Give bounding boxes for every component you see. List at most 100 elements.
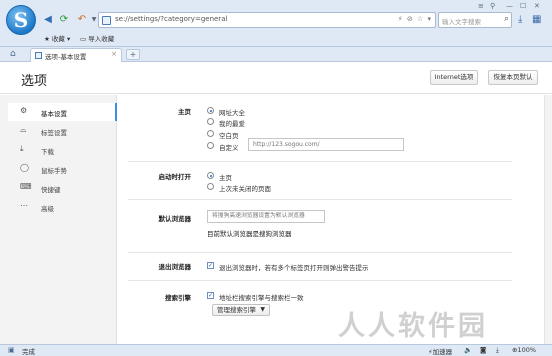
status-bar: ▣ 完成 ⚡加速器 🔈 ◙ ⤓ ⊕100% [0,344,552,356]
page-title: 选项 [21,74,48,89]
divider [128,199,512,200]
bookmark-favorites-label: 收藏 [51,35,65,43]
zoom-control[interactable]: ⊕100% [512,346,536,354]
accelerator-label: 加速器 [432,348,453,356]
sidebar-item-mouse-gestures[interactable]: ◯ 鼠标手势 [8,160,117,178]
download-icon: ⤓ [20,144,24,153]
radio[interactable] [207,130,214,137]
restore-defaults-button[interactable]: 恢复本页默认 [488,70,538,85]
sidebar-item-advanced[interactable]: ⋯ 高级 [8,198,117,216]
manage-search-engines-label: 管理搜索引擎 [217,306,256,314]
mouse-icon: ◯ [20,163,29,172]
search-placeholder[interactable]: 输入文字搜索 [442,16,481,26]
startup-label: 启动时打开 [158,173,192,181]
sidebar-item-shortcuts[interactable]: ⌨ 快捷键 [8,179,117,197]
close-window-icon[interactable]: ✕ [534,2,540,10]
watermark: 人人软件园 [338,311,488,342]
accelerator-button[interactable]: ⚡加速器 [428,346,452,356]
startup-option-label: 上次未关闭的页面 [219,185,271,193]
tab-strip: ⌂ 选项-基本设置 × + [0,47,552,62]
download-icon[interactable]: ⤓ [496,346,499,355]
sidebar-item-label: 快捷键 [41,186,61,194]
zoom-level: 100% [517,346,537,354]
manage-search-engines-button[interactable]: 管理搜索引擎 ▼ [212,304,270,316]
minimize-icon[interactable]: — [506,2,513,10]
divider [128,252,512,253]
sidebar-item-download[interactable]: ⤓ 下载 [8,141,117,159]
home-icon[interactable]: ⌂ [10,49,16,59]
close-icon[interactable]: × [111,50,117,58]
search-box[interactable]: 输入文字搜索 ⌕ [438,12,512,28]
sidebar-item-label: 标签设置 [41,129,67,137]
homepage-option-label: 自定义 [219,144,239,152]
ellipsis-icon: ⋯ [20,201,28,210]
sogou-logo: S [6,5,36,35]
new-tab-button[interactable]: + [126,49,140,60]
gear-icon: ⚙ [20,106,28,115]
radio-selected[interactable] [207,107,214,114]
default-browser-label: 默认浏览器 [158,215,192,223]
bookmark-favorites[interactable]: ★ 收藏 ▾ [44,33,70,43]
radio[interactable] [207,183,214,190]
address-tools[interactable]: ⚡ ⊘ ☆ ▾ [398,15,432,23]
maximize-icon[interactable]: ☐ [520,2,526,10]
search-icon[interactable]: ⌕ [504,14,509,24]
page-icon [102,16,111,25]
homepage-label: 主页 [178,108,191,116]
divider [128,280,512,281]
back-arrow-icon[interactable]: ◀ [42,14,54,26]
grid-menu-icon[interactable]: ▦ [532,14,541,25]
radio[interactable] [207,142,214,149]
sidebar-item-basic[interactable]: ⚙ 基本设置 [8,103,117,121]
radio[interactable] [207,118,214,125]
set-default-browser-button[interactable]: 将搜狗高速浏览器设置为默认浏览器 [207,210,325,223]
homepage-option-label: 网址大全 [219,109,245,117]
homepage-option-label: 空白页 [219,132,239,140]
download-icon[interactable]: ⤓ [518,14,522,25]
sidebar-item-label: 基本设置 [41,110,67,118]
page-status-icon: ▣ [8,346,15,354]
sidebar-item-tabs[interactable]: ⌓ 标签设置 [8,122,117,140]
radio-selected[interactable] [207,172,214,179]
camera-icon[interactable]: ◙ [480,346,486,354]
sound-icon[interactable]: 🔈 [464,346,472,354]
pin-icon[interactable]: ⚲ [490,2,495,10]
options-header: 选项 Internet选项 恢复本页默认 [0,62,552,94]
url-text[interactable]: se://settings/?category=general [115,15,227,23]
checkbox-checked[interactable]: ✓ [207,262,214,269]
custom-homepage-input[interactable]: http://123.sogou.com/ [248,138,404,151]
tab-icon: ⌓ [20,125,27,134]
refresh-icon[interactable]: ⟳ [58,14,70,26]
star-icon[interactable]: ☆ [417,15,424,23]
address-bar[interactable]: se://settings/?category=general ⚡ ⊘ ☆ ▾ [98,12,436,28]
divider [128,161,512,162]
lightning-icon[interactable]: ⚡ [398,15,404,23]
bookmark-import[interactable]: ▭ 导入收藏 [80,33,114,43]
chevron-down-icon[interactable]: ▾ [427,15,432,23]
startup-option-label: 主页 [219,174,232,182]
keyboard-icon: ⌨ [20,182,32,191]
sidebar-item-label: 下载 [41,148,54,156]
scrollbar[interactable] [544,95,552,344]
sidebar-item-label: 高级 [41,205,54,213]
homepage-option-label: 我的最爱 [219,120,245,128]
exit-browser-label: 退出浏览器 [158,263,192,271]
default-browser-status: 目前默认浏览器是搜狗浏览器 [207,230,292,238]
search-engine-sync-label: 地址栏搜索引擎与搜索栏一致 [219,294,304,302]
search-engine-label: 搜索引擎 [165,294,191,302]
menu-icon[interactable]: ≡ [478,2,484,10]
undo-icon[interactable]: ↶ [76,14,88,26]
chevron-down-icon: ▼ [260,306,265,313]
bookmark-import-label: 导入收藏 [88,35,115,43]
compat-icon[interactable]: ⊘ [407,15,414,23]
tab-page-icon [35,52,42,59]
browser-toolbar: S ≡ ⚲ — ☐ ✕ ◀ ⟳ ↶ ▼ se://settings/?categ… [0,0,552,47]
sidebar-item-label: 鼠标手势 [41,167,67,175]
internet-options-button[interactable]: Internet选项 [430,70,478,85]
tab-settings[interactable]: 选项-基本设置 × [30,48,122,62]
status-text: 完成 [22,348,35,356]
checkbox-checked[interactable]: ✓ [207,292,214,299]
exit-warning-label: 退出浏览器时，若有多个标签页打开则弹出警告提示 [219,264,369,272]
settings-sidebar: ⚙ 基本设置 ⌓ 标签设置 ⤓ 下载 ◯ 鼠标手势 ⌨ 快捷键 ⋯ 高级 [0,95,117,344]
tab-title: 选项-基本设置 [45,53,87,61]
